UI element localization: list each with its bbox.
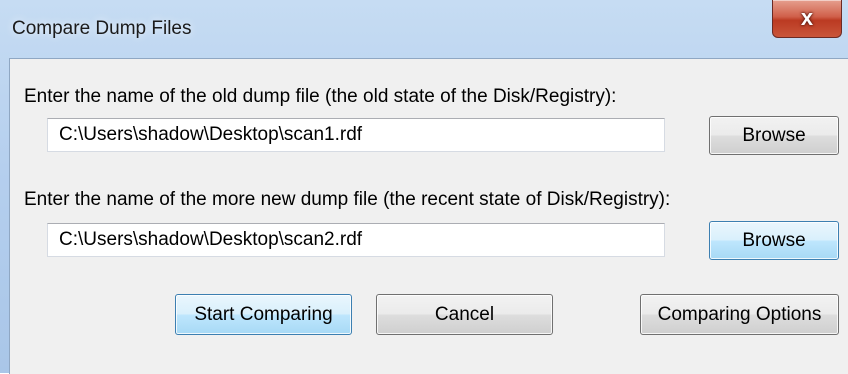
start-comparing-button[interactable]: Start Comparing [175,294,352,335]
title-bar: Compare Dump Files x [0,0,848,58]
new-dump-input[interactable]: C:\Users\shadow\Desktop\scan2.rdf [47,223,665,257]
close-icon: x [800,4,814,30]
window-title: Compare Dump Files [12,18,192,39]
new-dump-browse-button[interactable]: Browse [709,221,839,260]
comparing-options-button[interactable]: Comparing Options [640,294,839,335]
compare-dump-files-window: Compare Dump Files x Enter the name of t… [0,0,848,374]
cancel-button[interactable]: Cancel [376,294,553,335]
new-dump-label: Enter the name of the more new dump file… [24,189,671,210]
old-dump-browse-button[interactable]: Browse [709,116,839,155]
old-dump-input[interactable]: C:\Users\shadow\Desktop\scan1.rdf [47,118,665,152]
close-button[interactable]: x [772,0,842,38]
old-dump-label: Enter the name of the old dump file (the… [24,86,617,107]
dialog-body: Enter the name of the old dump file (the… [9,58,848,374]
